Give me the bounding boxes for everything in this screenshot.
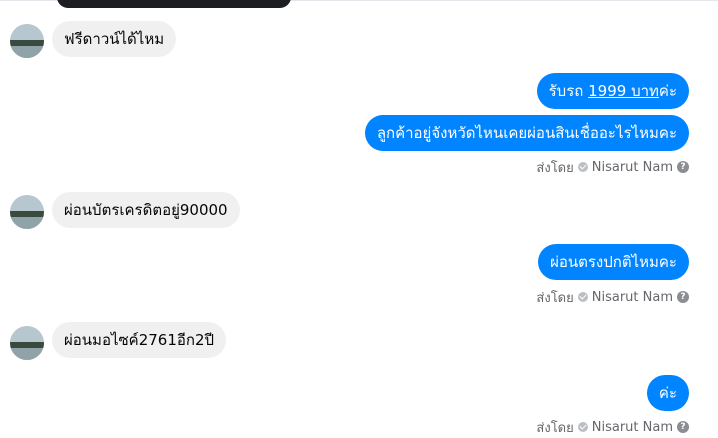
contact-photo-icon bbox=[10, 195, 44, 229]
sender-name: Nisarut Nam bbox=[591, 419, 673, 435]
sent-check-icon bbox=[577, 162, 588, 172]
message-text: ค่ะ bbox=[658, 82, 677, 100]
contact-photo-icon bbox=[10, 326, 44, 360]
question-icon[interactable]: ? bbox=[677, 161, 689, 173]
phone-link[interactable]: 1999 บาท bbox=[588, 82, 659, 100]
outgoing-message[interactable]: รับรถ 1999 บาทค่ะ bbox=[536, 73, 689, 109]
contact-photo-icon bbox=[10, 24, 44, 58]
message-text: ลูกค้าอยู่จังหวัดไหนเคยผ่อนสินเชื่ออะไรไ… bbox=[376, 124, 677, 142]
message-text: ค่ะ bbox=[658, 384, 677, 402]
message-text: ผ่อนตรงปกติไหมคะ bbox=[550, 253, 677, 271]
question-icon[interactable]: ? bbox=[677, 421, 689, 433]
outgoing-message[interactable]: ค่ะ bbox=[646, 375, 689, 411]
outgoing-message[interactable]: ลูกค้าอยู่จังหวัดไหนเคยผ่อนสินเชื่ออะไรไ… bbox=[364, 115, 689, 151]
message-text: ผ่อนมอไซค์2761อีก2ปี bbox=[64, 331, 215, 349]
sent-receipt: ส่งโดย Nisarut Nam ? bbox=[536, 159, 689, 176]
incoming-message[interactable]: ผ่อนมอไซค์2761อีก2ปี bbox=[52, 322, 227, 358]
sent-by-label: ส่งโดย bbox=[536, 160, 574, 176]
sent-receipt: ส่งโดย Nisarut Nam ? bbox=[536, 289, 689, 306]
sent-check-icon bbox=[577, 292, 588, 302]
avatar[interactable] bbox=[10, 326, 44, 360]
message-text: ฟรีดาวน์ได้ไหม bbox=[64, 30, 165, 48]
avatar[interactable] bbox=[10, 24, 44, 58]
sent-by-label: ส่งโดย bbox=[536, 290, 574, 306]
sent-check-icon bbox=[577, 422, 588, 432]
outgoing-message[interactable]: ผ่อนตรงปกติไหมคะ bbox=[538, 244, 689, 280]
sent-receipt: ส่งโดย Nisarut Nam ? bbox=[536, 419, 689, 436]
incoming-message[interactable]: ผ่อนบัตรเครดิตอยู่90000 bbox=[52, 192, 240, 228]
media-attachment-preview[interactable] bbox=[57, 0, 291, 8]
question-icon[interactable]: ? bbox=[677, 291, 689, 303]
avatar[interactable] bbox=[10, 195, 44, 229]
sender-name: Nisarut Nam bbox=[591, 289, 673, 305]
sent-by-label: ส่งโดย bbox=[536, 420, 574, 436]
message-text: ผ่อนบัตรเครดิตอยู่90000 bbox=[64, 201, 228, 219]
incoming-message[interactable]: ฟรีดาวน์ได้ไหม bbox=[52, 21, 177, 57]
sender-name: Nisarut Nam bbox=[591, 159, 673, 175]
message-text: รับรถ bbox=[548, 82, 589, 100]
